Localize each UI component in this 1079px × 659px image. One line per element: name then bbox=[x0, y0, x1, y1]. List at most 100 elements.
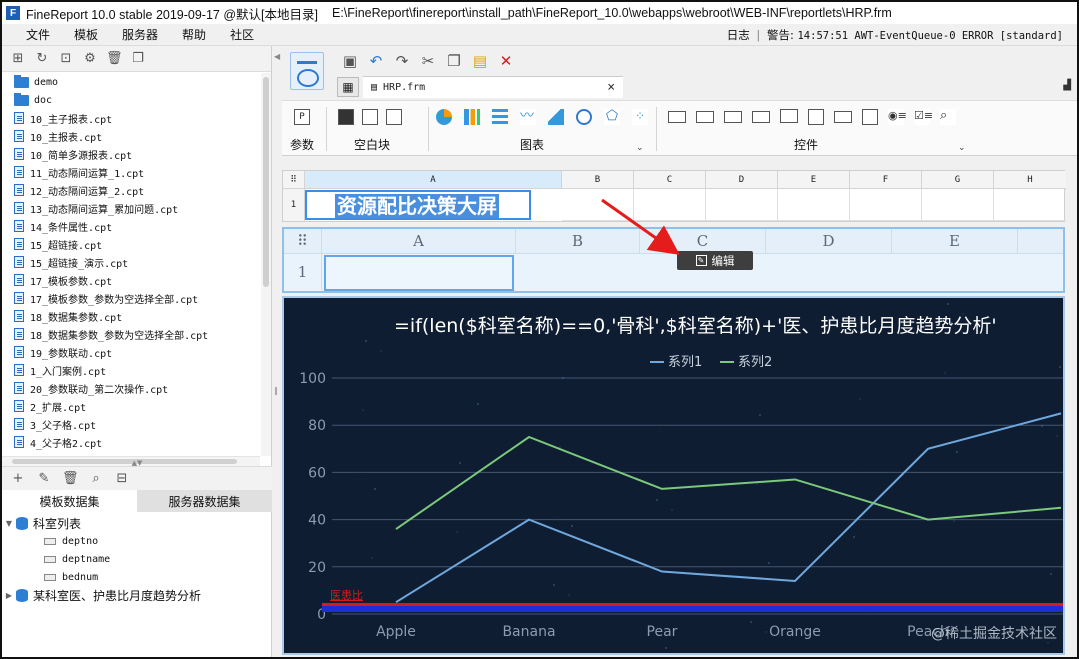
row-header-1[interactable]: 1 bbox=[283, 189, 305, 221]
dataset-item[interactable]: ▶ 某科室医、护患比月度趋势分析 bbox=[2, 586, 272, 604]
column-header-d[interactable]: D bbox=[766, 229, 892, 254]
tab-hrp-frm[interactable]: ▤ HRP.frm × bbox=[363, 76, 624, 98]
report-block-2[interactable]: ⠿ A B C D E 1 ✎ 编辑 bbox=[282, 227, 1065, 293]
tree-file[interactable]: 15_超链接_演示.cpt bbox=[2, 253, 260, 271]
param-icon[interactable]: P bbox=[294, 109, 310, 125]
tree-file[interactable]: 10_简单多源报表.cpt bbox=[2, 145, 260, 163]
gauge-chart-icon[interactable] bbox=[576, 109, 592, 125]
collapsed-triangle-icon[interactable]: ▶ bbox=[2, 591, 16, 600]
tree-file[interactable]: 17_模板参数_参数为空选择全部.cpt bbox=[2, 289, 260, 307]
column-header-h[interactable]: H bbox=[994, 171, 1066, 189]
tab-list-icon[interactable]: ▟ bbox=[1063, 80, 1071, 91]
scatter-chart-icon[interactable]: ⁘ bbox=[632, 109, 648, 125]
edit-dataset-icon[interactable]: ✎ bbox=[36, 471, 52, 487]
tree-file[interactable]: 13_动态隔间运算_累加问题.cpt bbox=[2, 199, 260, 217]
tree-folder[interactable]: doc bbox=[2, 91, 260, 109]
corner-icon[interactable]: ⠿ bbox=[284, 229, 322, 254]
report-block-icon[interactable] bbox=[338, 109, 354, 125]
delete-dataset-icon[interactable]: 🗑 bbox=[62, 471, 79, 487]
menu-file[interactable]: 文件 bbox=[2, 26, 62, 43]
chart-block[interactable]: =if(len($科室名称)==0,'骨科',$科室名称)+'医、护患比月度趋势… bbox=[282, 296, 1065, 655]
redo-icon[interactable]: ↷ bbox=[394, 53, 410, 69]
tree-file[interactable]: 19_参数联动.cpt bbox=[2, 343, 260, 361]
textarea-widget-icon[interactable] bbox=[862, 109, 878, 125]
add-dataset-icon[interactable]: + bbox=[10, 471, 26, 487]
title-cell[interactable]: 资源配比决策大屏 bbox=[305, 190, 531, 220]
bar-chart-icon[interactable] bbox=[464, 109, 480, 125]
refresh-icon[interactable]: ↻ bbox=[34, 51, 50, 67]
number-widget-icon[interactable] bbox=[834, 111, 852, 123]
column-header-g[interactable]: G bbox=[922, 171, 994, 189]
cut-icon[interactable]: ✂ bbox=[420, 53, 436, 69]
tree-file[interactable]: 2_扩展.cpt bbox=[2, 397, 260, 415]
expanded-triangle-icon[interactable]: ▼ bbox=[2, 519, 16, 528]
tree-file[interactable]: 12_动态隔间运算_2.cpt bbox=[2, 181, 260, 199]
dataset-field[interactable]: deptno bbox=[2, 532, 272, 550]
text-widget-icon[interactable] bbox=[668, 111, 686, 123]
delete-icon[interactable]: ✕ bbox=[498, 53, 514, 69]
log-button[interactable]: 日志 bbox=[727, 28, 750, 42]
column-header-c[interactable]: C bbox=[634, 171, 706, 189]
tab-template-dataset[interactable]: 模板数据集 bbox=[2, 490, 137, 512]
panel-splitter[interactable]: ◀ ‖ bbox=[272, 46, 282, 657]
dataset-field[interactable]: deptname bbox=[2, 550, 272, 568]
server-dataset-icon[interactable]: ⊟ bbox=[114, 471, 130, 487]
radar-chart-icon[interactable]: ⬠ bbox=[604, 109, 620, 125]
edit-button[interactable]: ✎ 编辑 bbox=[677, 251, 753, 270]
absolute-block-icon[interactable] bbox=[362, 109, 378, 125]
tab-server-dataset[interactable]: 服务器数据集 bbox=[137, 490, 272, 512]
copy-icon[interactable]: ❐ bbox=[130, 51, 146, 67]
tree-file[interactable]: 18_数据集参数_参数为空选择全部.cpt bbox=[2, 325, 260, 343]
horizontal-bar-icon[interactable] bbox=[492, 109, 508, 125]
menu-help[interactable]: 帮助 bbox=[170, 26, 218, 43]
column-header-e[interactable]: E bbox=[778, 171, 850, 189]
undo-icon[interactable]: ↶ bbox=[368, 53, 384, 69]
line-chart-icon[interactable]: 〰 bbox=[520, 109, 536, 125]
status-message[interactable]: 14:57:51 AWT-EventQueue-0 ERROR [standar… bbox=[797, 30, 1063, 42]
tree-file[interactable]: 15_超链接.cpt bbox=[2, 235, 260, 253]
radio-group-widget-icon[interactable]: ◉≡ bbox=[888, 109, 907, 125]
search-widget-icon[interactable]: ⌕ bbox=[940, 109, 956, 125]
row-header-1[interactable]: 1 bbox=[284, 254, 322, 290]
selected-cell-a1[interactable] bbox=[324, 255, 514, 291]
grid-icon[interactable]: ▦ bbox=[337, 77, 359, 97]
tree-file[interactable]: 10_主报表.cpt bbox=[2, 127, 260, 145]
tree-file[interactable]: 4_父子格2.cpt bbox=[2, 433, 260, 451]
dataset-item[interactable]: ▼ 科室列表 bbox=[2, 514, 272, 532]
save-icon[interactable]: ▣ bbox=[342, 53, 358, 69]
column-header-b[interactable]: B bbox=[516, 229, 640, 254]
tree-vertical-scrollbar[interactable] bbox=[261, 73, 271, 456]
widget-more-icon[interactable]: ⌄ bbox=[958, 143, 966, 153]
dataset-field[interactable]: bednum bbox=[2, 568, 272, 586]
tree-file[interactable]: 14_条件属性.cpt bbox=[2, 217, 260, 235]
corner-icon[interactable]: ⠿ bbox=[283, 171, 305, 189]
new-folder-icon[interactable]: ⊞ bbox=[10, 51, 26, 67]
tree-file[interactable]: 3_父子格.cpt bbox=[2, 415, 260, 433]
tree-file[interactable]: 18_数据集参数.cpt bbox=[2, 307, 260, 325]
template-mode-icon[interactable] bbox=[290, 52, 324, 90]
checkbox-group-widget-icon[interactable]: ☑≡ bbox=[914, 109, 933, 125]
radio-widget-icon[interactable] bbox=[780, 109, 798, 123]
paste-icon[interactable]: ▤ bbox=[472, 53, 488, 69]
column-header-a[interactable]: A bbox=[322, 229, 516, 254]
report-block-1[interactable]: ⠿ A B C D E F G H 1 资源配比决策大屏 bbox=[282, 170, 1066, 222]
tree-file[interactable]: 1_入门案例.cpt bbox=[2, 361, 260, 379]
column-header-d[interactable]: D bbox=[706, 171, 778, 189]
label-widget-icon[interactable] bbox=[696, 111, 714, 123]
splitter-grip-icon[interactable]: ‖ bbox=[274, 386, 278, 395]
column-header-a[interactable]: A bbox=[305, 171, 562, 189]
menu-community[interactable]: 社区 bbox=[218, 26, 266, 43]
copy-icon[interactable]: ❐ bbox=[446, 53, 462, 69]
area-chart-icon[interactable] bbox=[548, 109, 564, 125]
chart-more-icon[interactable]: ⌄ bbox=[636, 143, 644, 153]
menu-template[interactable]: 模板 bbox=[62, 26, 110, 43]
tree-file[interactable]: 11_动态隔间运算_1.cpt bbox=[2, 163, 260, 181]
tree-file[interactable]: 17_模板参数.cpt bbox=[2, 271, 260, 289]
button-widget-icon[interactable] bbox=[724, 111, 742, 123]
tab-block-icon[interactable] bbox=[386, 109, 402, 125]
preview-dataset-icon[interactable]: ⌕ bbox=[88, 471, 104, 487]
tree-file[interactable]: 10_主子报表.cpt bbox=[2, 109, 260, 127]
pie-chart-icon[interactable] bbox=[436, 109, 452, 125]
locate-icon[interactable]: ⊡ bbox=[58, 51, 74, 67]
tree-folder[interactable]: demo bbox=[2, 73, 260, 91]
